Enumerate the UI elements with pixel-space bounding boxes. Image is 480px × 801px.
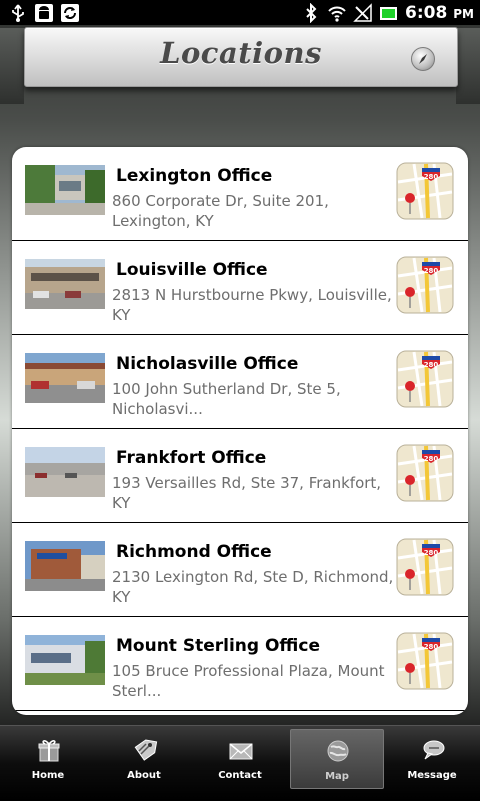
office-photo (25, 259, 105, 309)
office-name: Lexington Office (116, 166, 273, 186)
location-row[interactable]: Richmond Office 2130 Lexington Rd, Ste D… (12, 523, 468, 617)
location-row[interactable]: Lexington Office 860 Corporate Dr, Suite… (12, 147, 468, 241)
svg-text:280: 280 (424, 267, 439, 275)
office-name: Frankfort Office (116, 448, 267, 468)
office-photo (25, 635, 105, 685)
chat-bubble-icon (423, 740, 445, 760)
office-name: Mount Sterling Office (116, 636, 320, 656)
tab-home[interactable]: Home (2, 729, 94, 787)
bottom-nav: Home About Contact Map Message (0, 725, 480, 801)
tab-about[interactable]: About (98, 729, 190, 787)
sync-icon (61, 3, 79, 22)
svg-text:280: 280 (424, 361, 439, 369)
android-debug-icon (35, 3, 53, 22)
header-bracket-left (0, 28, 24, 104)
gift-icon (38, 740, 60, 762)
header-bracket-right (456, 28, 480, 104)
usb-icon (12, 3, 24, 22)
office-photo (25, 165, 105, 215)
page-title: Locations (160, 36, 322, 70)
svg-text:280: 280 (424, 455, 439, 463)
map-icon[interactable]: 280 (396, 444, 454, 502)
map-icon[interactable]: 280 (396, 162, 454, 220)
svg-text:280: 280 (424, 549, 439, 557)
tab-label: Message (407, 770, 457, 781)
office-name: Louisville Office (116, 260, 268, 280)
svg-text:280: 280 (424, 643, 439, 651)
location-row[interactable]: Nicholasville Office 100 John Sutherland… (12, 335, 468, 429)
location-row[interactable]: Louisville Office 2813 N Hurstbourne Pkw… (12, 241, 468, 335)
map-icon[interactable]: 280 (396, 256, 454, 314)
header-bar: Locations (24, 27, 458, 87)
office-photo (25, 447, 105, 497)
office-address: 2813 N Hurstbourne Pkwy, Louisville, KY (112, 286, 392, 324)
tab-label: Home (31, 770, 65, 781)
office-address: 860 Corporate Dr, Suite 201, Lexington, … (112, 192, 329, 230)
office-name: Richmond Office (116, 542, 272, 562)
location-row[interactable]: Mount Sterling Office 105 Bruce Professi… (12, 617, 468, 711)
map-icon[interactable]: 280 (396, 350, 454, 408)
office-name: Nicholasville Office (116, 354, 299, 374)
office-address: 105 Bruce Professional Plaza, Mount Ster… (112, 662, 385, 700)
tab-label: About (127, 770, 161, 781)
status-bar: 6:08 PM (0, 0, 480, 25)
locations-list: Lexington Office 860 Corporate Dr, Suite… (12, 147, 468, 715)
tag-icon (134, 739, 158, 761)
office-address: 193 Versailles Rd, Ste 37, Frankfort, KY (112, 474, 382, 512)
globe-icon (327, 740, 349, 762)
clock: 6:08 PM (405, 2, 474, 23)
office-photo (25, 541, 105, 591)
battery-icon (380, 6, 398, 20)
location-row[interactable]: Frankfort Office 193 Versailles Rd, Ste … (12, 429, 468, 523)
wifi-icon (328, 6, 346, 22)
office-photo (25, 353, 105, 403)
envelope-icon (229, 743, 253, 760)
map-icon[interactable]: 280 (396, 632, 454, 690)
bluetooth-icon (306, 2, 317, 23)
signal-icon (353, 2, 372, 22)
office-address: 2130 Lexington Rd, Ste D, Richmond, KY (112, 568, 394, 606)
compass-icon[interactable] (411, 47, 435, 71)
tab-label: Contact (218, 770, 262, 781)
office-address: 100 John Sutherland Dr, Ste 5, Nicholasv… (112, 380, 341, 418)
tab-message[interactable]: Message (386, 729, 478, 787)
svg-text:280: 280 (424, 173, 439, 181)
map-icon[interactable]: 280 (396, 538, 454, 596)
tab-label: Map (325, 771, 349, 782)
tab-map[interactable]: Map (290, 729, 384, 789)
tab-contact[interactable]: Contact (194, 729, 286, 787)
